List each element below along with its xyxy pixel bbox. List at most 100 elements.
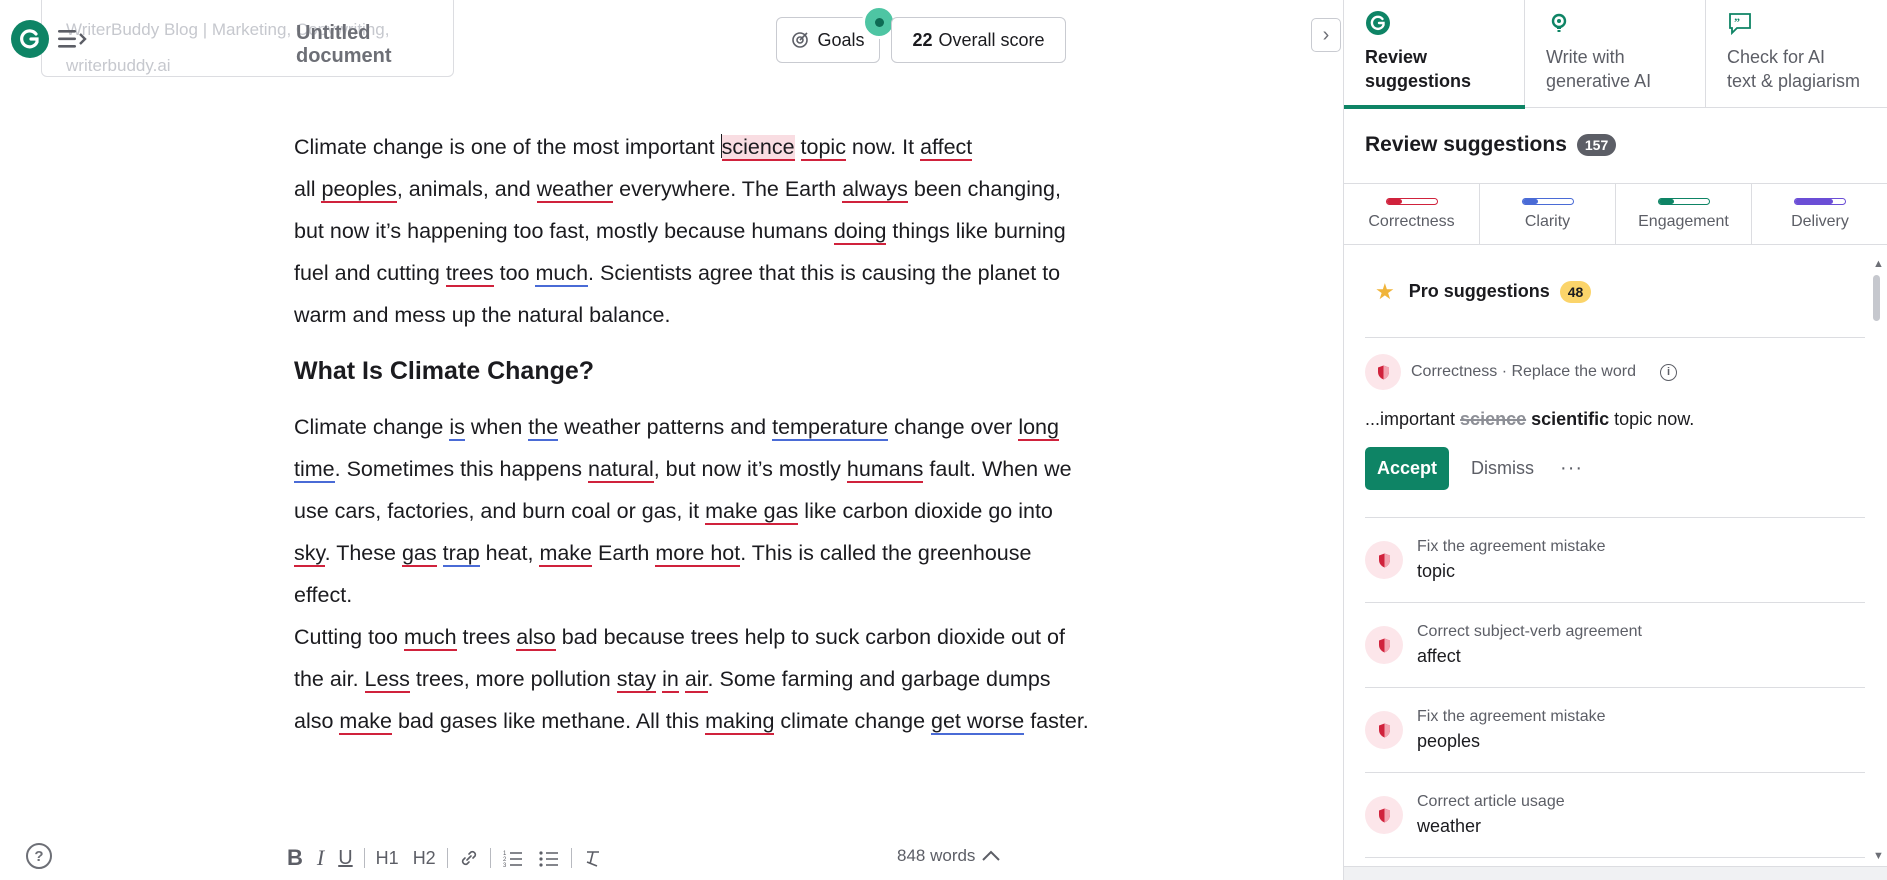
menu-icon [58, 30, 87, 48]
suggestion-word: affect [1417, 646, 1461, 666]
flag-make-gas[interactable]: make gas [705, 499, 799, 525]
word-count-button[interactable]: 848 words [897, 846, 1001, 866]
toolbar-divider [570, 848, 572, 868]
heading2-button[interactable]: H2 [406, 843, 443, 873]
flag-stay[interactable]: stay [616, 667, 657, 693]
flag-natural[interactable]: natural [587, 457, 654, 483]
link-button[interactable] [452, 843, 486, 873]
flag-long[interactable]: long [1018, 415, 1059, 441]
document-title[interactable]: Untitled document [296, 22, 453, 68]
category-correctness[interactable]: Correctness [1344, 184, 1480, 244]
dismiss-button[interactable]: Dismiss [1471, 458, 1534, 479]
tab-review-suggestions[interactable]: Review suggestions [1344, 0, 1525, 109]
flag-doing[interactable]: doing [833, 219, 887, 245]
flag-trap[interactable]: trap [442, 541, 480, 567]
flag-also[interactable]: also [516, 625, 556, 651]
panel-title: Review suggestions 157 [1365, 133, 1617, 157]
document-card[interactable]: WriterBuddy Blog | Marketing, Copywritin… [41, 0, 454, 77]
word-count-label: 848 words [897, 846, 976, 865]
toolbar-divider [363, 848, 365, 868]
goals-label: Goals [817, 29, 865, 50]
flag-sky[interactable]: sky [294, 541, 325, 567]
flag-trees[interactable]: trees [445, 261, 494, 287]
category-delivery[interactable]: Delivery [1752, 184, 1887, 244]
category-meter [1385, 198, 1438, 205]
flag-science[interactable]: science [721, 135, 795, 161]
flag-weather[interactable]: weather [536, 177, 614, 203]
link-icon [461, 850, 476, 866]
clear-format-icon [586, 851, 599, 867]
suggestion-item[interactable]: Fix the agreement mistake topic [1365, 518, 1865, 603]
scroll-up-arrow[interactable]: ▲ [1873, 258, 1884, 270]
flag-humans[interactable]: humans [846, 457, 924, 483]
flag-make-2[interactable]: make [339, 709, 392, 735]
chevron-up-icon [982, 850, 1001, 861]
category-clarity[interactable]: Clarity [1480, 184, 1616, 244]
category-engagement[interactable]: Engagement [1616, 184, 1752, 244]
replacement-word: scientific [1531, 409, 1610, 429]
collapse-panel-button[interactable]: › [1311, 18, 1341, 52]
suggestion-preview: ...important science scientific topic no… [1365, 409, 1695, 429]
correctness-shield-icon [1365, 354, 1401, 390]
assistant-panel: Review suggestions Write with generative A… [1343, 0, 1887, 880]
active-suggestion-card[interactable]: Correctness · Replace the word i ...impo… [1365, 338, 1865, 518]
flag-air[interactable]: air [684, 667, 708, 693]
svg-text:”: ” [1734, 15, 1740, 29]
flag-make[interactable]: make [539, 541, 593, 567]
suggestion-item[interactable]: Correct article usage weather [1365, 773, 1865, 858]
suggestion-kind: Fix the agreement mistake [1417, 538, 1606, 555]
flag-always[interactable]: always [842, 177, 908, 203]
flag-in[interactable]: in [662, 667, 679, 693]
correctness-shield-icon [1365, 796, 1403, 834]
help-button[interactable]: ? [26, 843, 52, 869]
flag-temperature[interactable]: temperature [772, 415, 889, 441]
italic-button[interactable]: I [310, 843, 331, 873]
correctness-shield-icon [1365, 626, 1403, 664]
suggestion-item[interactable]: Fix the agreement mistake peoples [1365, 688, 1865, 773]
pro-suggestions-row[interactable]: ★ Pro suggestions 48 [1365, 246, 1865, 338]
tab-ai-plagiarism[interactable]: ” Check for AI text & plagiarism [1706, 0, 1887, 108]
panel-scrollbar[interactable] [1873, 275, 1880, 321]
grammarly-logo-button[interactable] [11, 20, 49, 58]
flag-the[interactable]: the [528, 415, 559, 441]
flag-making[interactable]: making [705, 709, 775, 735]
accept-button[interactable]: Accept [1365, 446, 1450, 490]
pro-suggestions-label: Pro suggestions [1408, 281, 1550, 301]
heading1-button[interactable]: H1 [369, 843, 406, 873]
flag-get-worse[interactable]: get worse [931, 709, 1025, 735]
ordered-list-button[interactable]: 123 [495, 843, 531, 873]
bullet-list-button[interactable] [531, 843, 567, 873]
suggestion-word: peoples [1417, 731, 1481, 751]
suggestion-item[interactable]: Correct subject-verb agreement affect [1365, 603, 1865, 688]
removed-word: science [1460, 409, 1527, 429]
flag-time[interactable]: time [294, 457, 335, 483]
flag-more-hot[interactable]: more hot [655, 541, 741, 567]
score-label: Overall score [938, 29, 1045, 50]
ordered-list-icon: 123 [503, 851, 522, 868]
overall-score-button[interactable]: 22 Overall score [891, 17, 1066, 63]
underline-button[interactable]: U [331, 843, 359, 873]
flag-topic[interactable]: topic [800, 135, 846, 161]
flag-much-2[interactable]: much [403, 625, 457, 651]
formatting-toolbar: B I U H1 H2 123 [280, 842, 610, 874]
bold-button[interactable]: B [280, 843, 310, 873]
panel-tabs: Review suggestions Write with generative A… [1344, 0, 1887, 109]
flag-less[interactable]: Less [364, 667, 410, 693]
scroll-down-arrow[interactable]: ▼ [1873, 850, 1884, 862]
flag-is[interactable]: is [449, 415, 465, 441]
document-body[interactable]: Climate change is one of the most import… [294, 126, 1094, 742]
menu-button[interactable] [56, 27, 88, 51]
category-meter [1657, 198, 1710, 205]
section-heading: What Is Climate Change? [294, 357, 595, 385]
clear-formatting-button[interactable] [576, 843, 610, 873]
more-options-button[interactable]: ··· [1560, 457, 1583, 480]
suggestion-kind: Fix the agreement mistake [1417, 708, 1606, 725]
editor-area: WriterBuddy Blog | Marketing, Copywritin… [0, 0, 1343, 880]
flag-gas[interactable]: gas [401, 541, 437, 567]
flag-affect[interactable]: affect [920, 135, 973, 161]
info-icon[interactable]: i [1659, 363, 1677, 381]
tab-generative-ai[interactable]: Write with generative AI [1525, 0, 1706, 108]
quote-icon: ” [1729, 13, 1751, 36]
flag-much[interactable]: much [535, 261, 589, 287]
flag-peoples[interactable]: peoples [321, 177, 397, 203]
